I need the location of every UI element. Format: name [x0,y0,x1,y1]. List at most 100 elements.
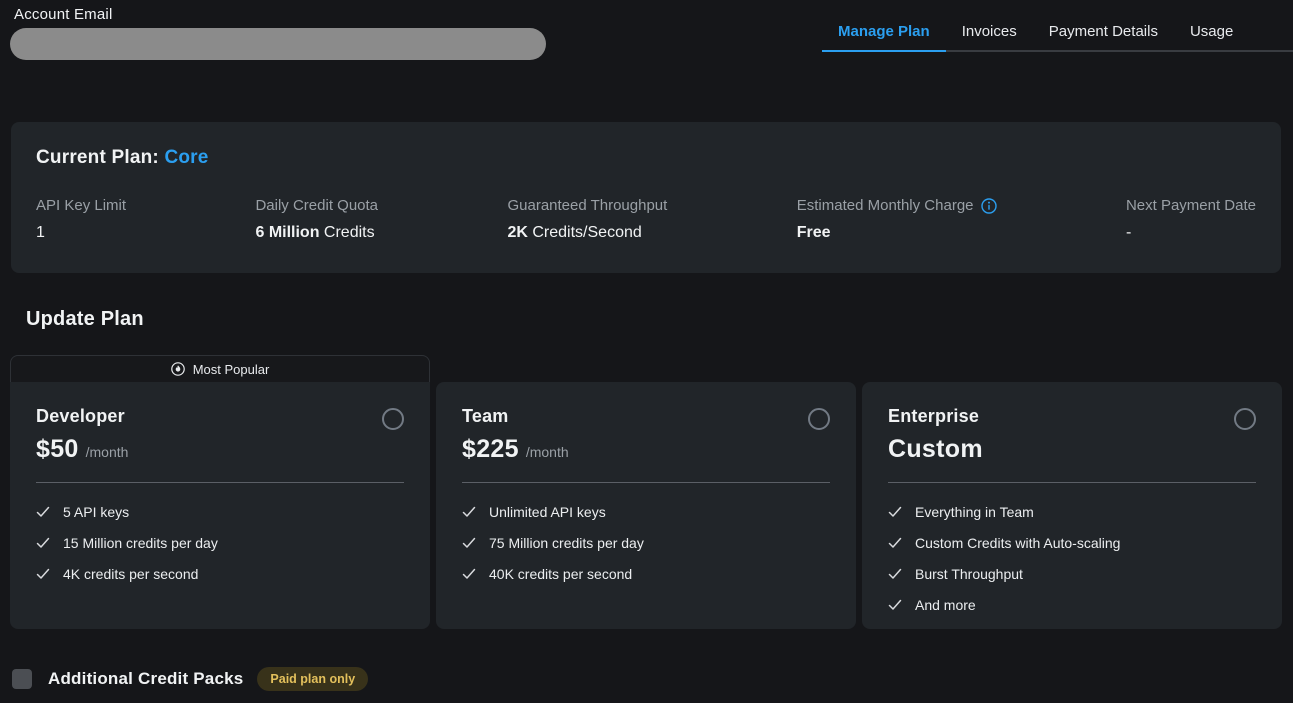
current-plan-name: Core [164,147,208,168]
plan-price-row: Custom [888,435,1256,464]
update-plan-heading: Update Plan [26,308,144,331]
stat-api-key-limit: API Key Limit 1 [36,197,126,242]
plan-price-row: $225 /month [462,435,830,464]
plan-period: /month [526,444,569,460]
feature-text: 40K credits per second [489,566,632,582]
stat-value-text: Credits [319,224,374,241]
check-icon [36,567,50,581]
plan-card-team: Team $225 /month Unlimited API keys 75 M… [436,382,856,629]
credit-packs-checkbox[interactable] [12,669,32,689]
feature-item: Unlimited API keys [462,504,830,520]
stat-value-text: 1 [36,224,45,241]
check-icon [888,536,902,550]
feature-item: 75 Million credits per day [462,535,830,551]
billing-page: Account Email Manage Plan Invoices Payme… [0,0,1293,703]
current-plan-title: Current Plan: Core [36,147,1256,169]
plan-body[interactable]: Developer $50 /month 5 API keys 15 Milli… [10,382,430,629]
stat-guaranteed-throughput: Guaranteed Throughput 2K Credits/Second [507,197,667,242]
stat-estimated-monthly-charge: Estimated Monthly Charge Free [797,197,997,242]
feature-item: 4K credits per second [36,566,404,582]
tab-invoices[interactable]: Invoices [946,23,1033,50]
plan-body[interactable]: Team $225 /month Unlimited API keys 75 M… [436,382,856,629]
stat-value: 2K Credits/Second [507,224,667,242]
stat-label: Estimated Monthly Charge [797,197,997,214]
stat-label: Daily Credit Quota [255,197,378,214]
plan-features: Unlimited API keys 75 Million credits pe… [462,504,830,582]
feature-text: Everything in Team [915,504,1034,520]
plan-features: Everything in Team Custom Credits with A… [888,504,1256,613]
plan-card-developer: Most Popular Developer $50 /month 5 API … [10,355,430,629]
stat-next-payment-date: Next Payment Date - [1126,197,1256,242]
flame-icon [171,362,185,376]
feature-item: 15 Million credits per day [36,535,404,551]
credit-packs-label: Additional Credit Packs [48,669,243,689]
check-icon [462,505,476,519]
feature-text: 75 Million credits per day [489,535,644,551]
check-icon [888,567,902,581]
stat-value-text: - [1126,224,1131,241]
plan-price-row: $50 /month [36,435,404,464]
plan-radio[interactable] [382,408,404,430]
stat-label-text: Estimated Monthly Charge [797,197,974,214]
most-popular-banner: Most Popular [10,355,430,382]
stat-value-strong: Free [797,224,831,241]
plan-name: Developer [36,406,125,427]
divider [462,482,830,483]
most-popular-label: Most Popular [193,362,270,377]
feature-text: 15 Million credits per day [63,535,218,551]
plan-name: Enterprise [888,406,979,427]
current-plan-card: Current Plan: Core API Key Limit 1 Daily… [11,122,1281,273]
stat-value: - [1126,224,1256,242]
stat-value: Free [797,224,997,242]
check-icon [36,505,50,519]
account-email-input[interactable] [10,28,546,60]
plan-radio[interactable] [808,408,830,430]
plan-price: Custom [888,435,983,464]
account-email-label: Account Email [14,6,112,23]
plan-card-enterprise: Enterprise Custom Everything in Team Cus [862,382,1282,629]
stat-value-strong: 2K [507,224,527,241]
feature-text: Custom Credits with Auto-scaling [915,535,1120,551]
check-icon [36,536,50,550]
divider [36,482,404,483]
tab-manage-plan[interactable]: Manage Plan [822,23,946,52]
check-icon [888,598,902,612]
plan-price: $50 [36,435,79,464]
stat-value-strong: 6 Million [255,224,319,241]
stat-label: Guaranteed Throughput [507,197,667,214]
check-icon [462,567,476,581]
plan-features: 5 API keys 15 Million credits per day 4K… [36,504,404,582]
plan-cards-row: Most Popular Developer $50 /month 5 API … [10,355,1282,629]
feature-text: And more [915,597,976,613]
stat-daily-credit-quota: Daily Credit Quota 6 Million Credits [255,197,378,242]
feature-item: 40K credits per second [462,566,830,582]
feature-text: Burst Throughput [915,566,1023,582]
plan-price: $225 [462,435,519,464]
feature-item: And more [888,597,1256,613]
stat-value: 1 [36,224,126,242]
stat-value: 6 Million Credits [255,224,378,242]
paid-plan-only-badge: Paid plan only [257,667,368,691]
stat-label: API Key Limit [36,197,126,214]
plan-period: /month [86,444,129,460]
feature-item: Burst Throughput [888,566,1256,582]
info-icon[interactable] [981,198,997,214]
feature-item: Everything in Team [888,504,1256,520]
feature-item: 5 API keys [36,504,404,520]
additional-credit-packs-row: Additional Credit Packs Paid plan only [12,667,368,691]
feature-item: Custom Credits with Auto-scaling [888,535,1256,551]
current-plan-title-prefix: Current Plan: [36,147,164,168]
billing-tabs: Manage Plan Invoices Payment Details Usa… [822,0,1293,52]
tab-payment-details[interactable]: Payment Details [1033,23,1174,50]
stat-label: Next Payment Date [1126,197,1256,214]
feature-text: 4K credits per second [63,566,198,582]
divider [888,482,1256,483]
check-icon [888,505,902,519]
stat-value-text: Credits/Second [528,224,642,241]
plan-radio[interactable] [1234,408,1256,430]
check-icon [462,536,476,550]
plan-body[interactable]: Enterprise Custom Everything in Team Cus [862,382,1282,629]
tab-usage[interactable]: Usage [1174,23,1249,50]
feature-text: Unlimited API keys [489,504,606,520]
feature-text: 5 API keys [63,504,129,520]
